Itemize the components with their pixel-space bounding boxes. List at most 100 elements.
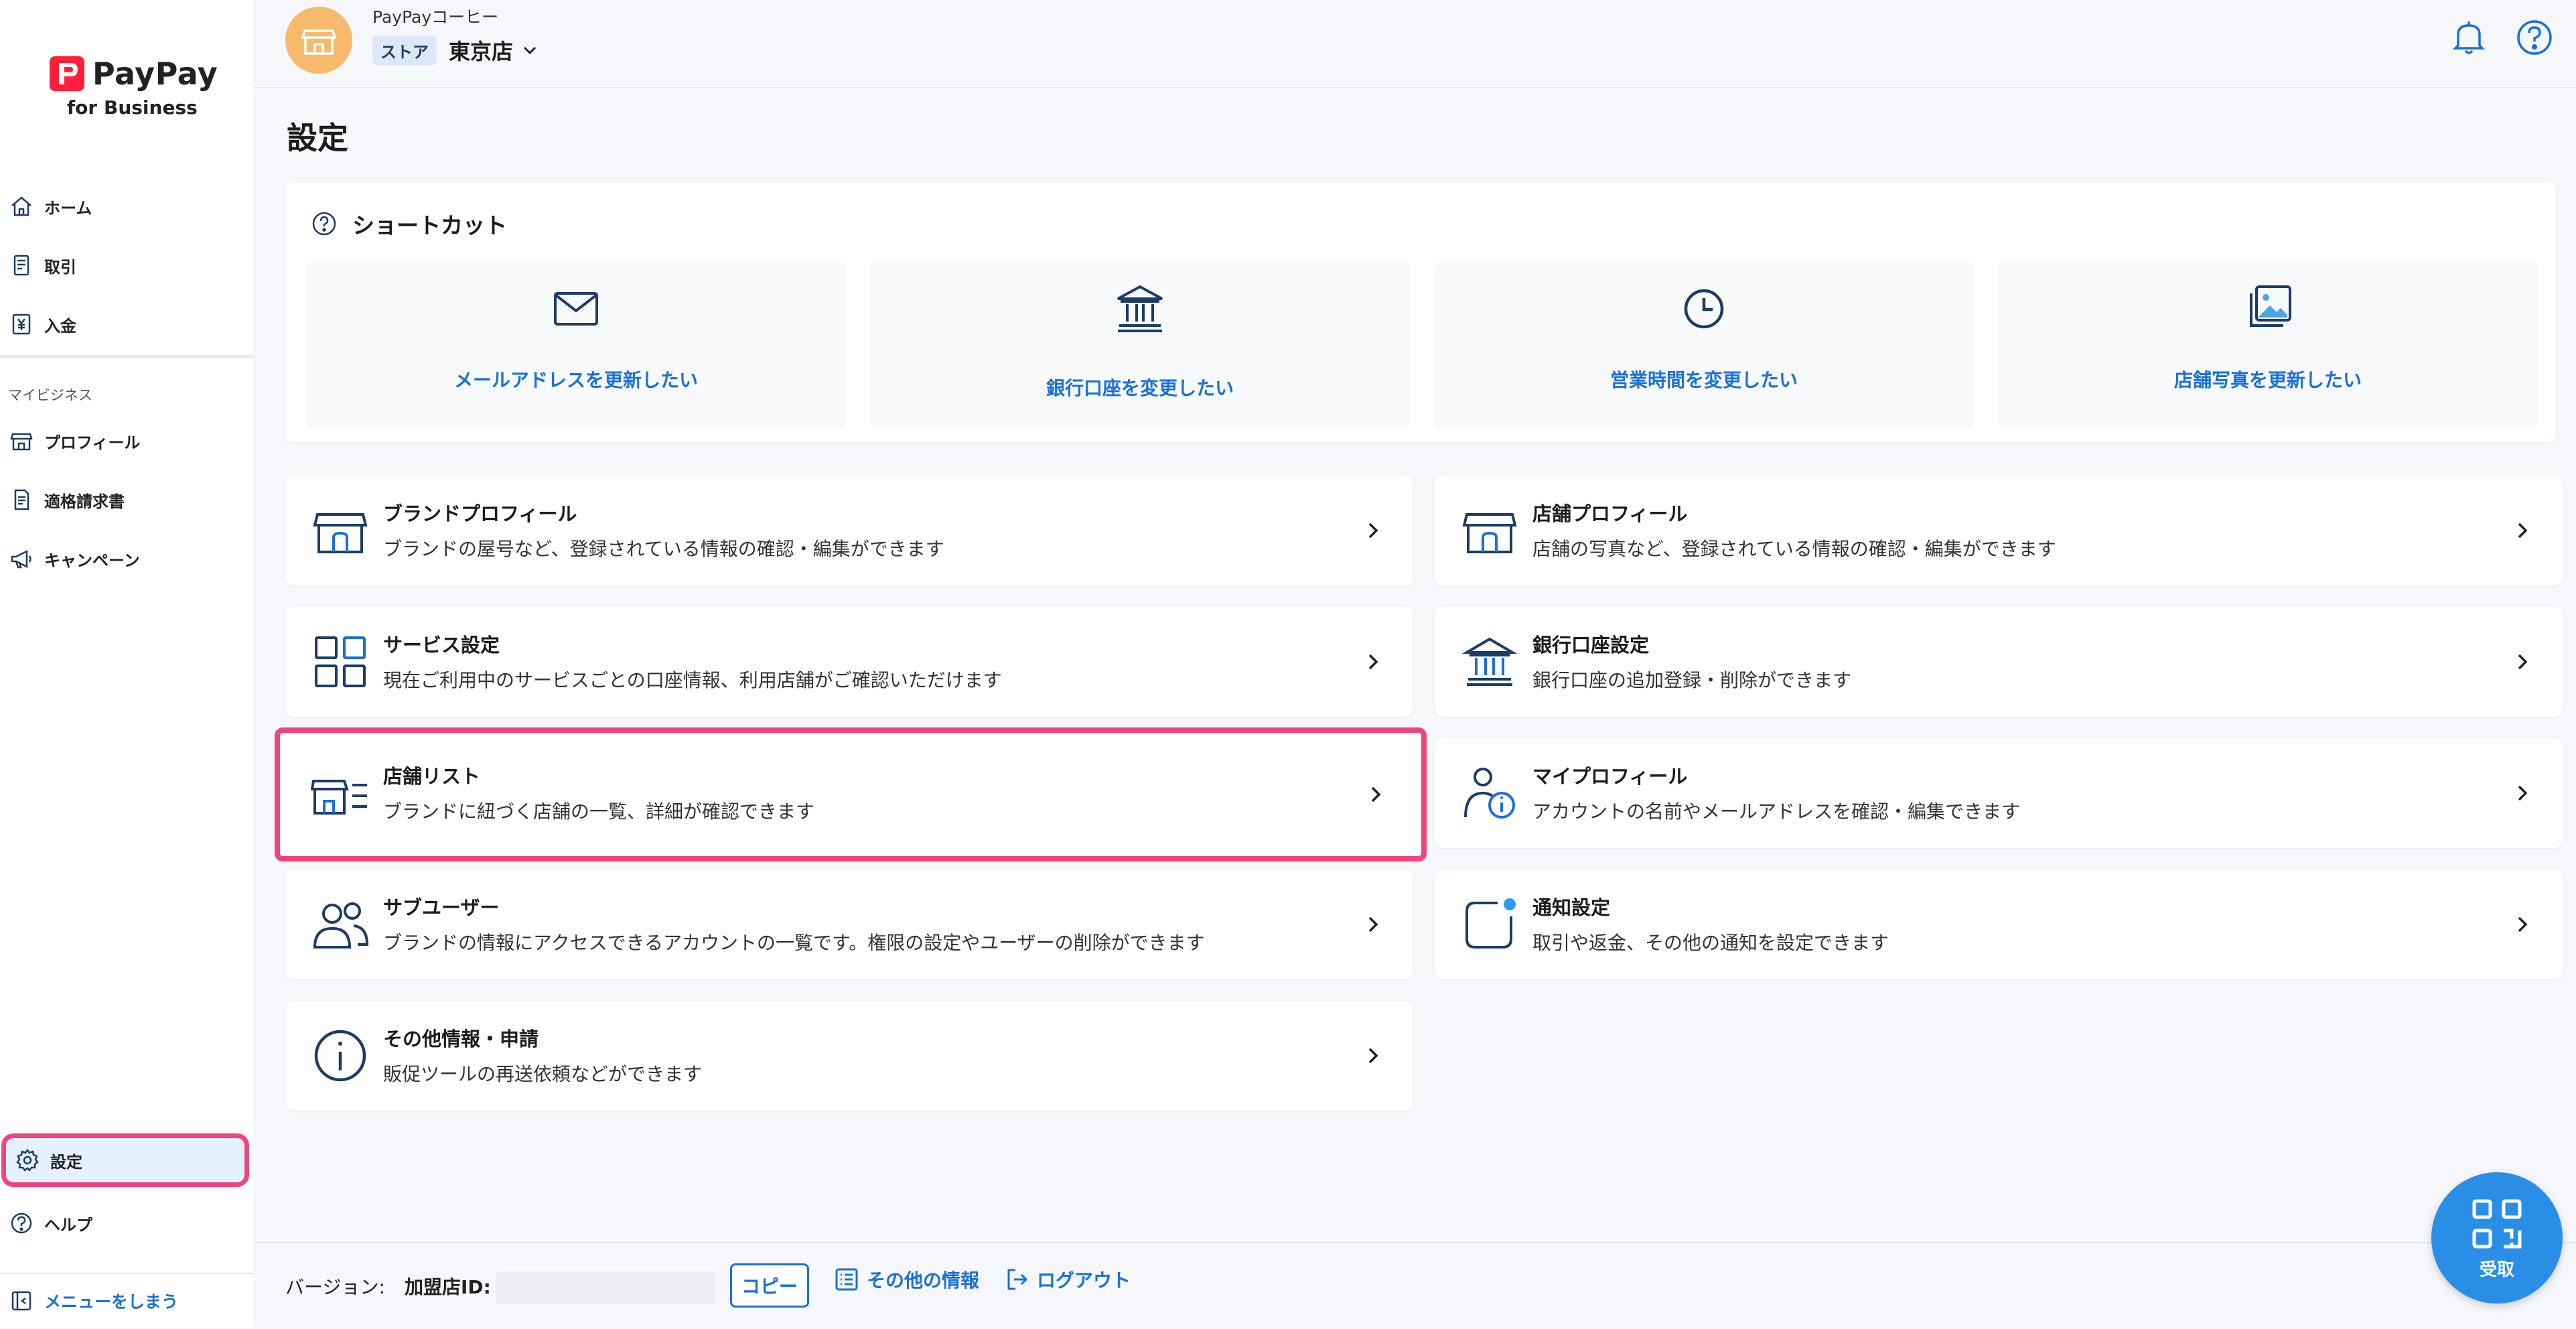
shortcut-update-email[interactable]: メールアドレスを更新したい xyxy=(305,261,847,427)
card-description: ブランドの屋号など、登録されている情報の確認・編集ができます xyxy=(383,538,944,560)
sidebar-item-label: 取引 xyxy=(44,257,76,277)
qr-code-icon xyxy=(2472,1199,2522,1248)
help-icon[interactable] xyxy=(2513,16,2556,59)
service-settings-card[interactable]: サービス設定 現在ご利用中のサービスごとの口座情報、利用店舗がご確認いただけます xyxy=(285,607,1413,717)
gear-icon xyxy=(16,1148,39,1172)
logout-icon xyxy=(1007,1269,1028,1290)
chevron-right-icon xyxy=(1371,786,1381,802)
store-icon xyxy=(10,433,33,451)
shortcut-title: ショートカット xyxy=(352,212,507,238)
help-icon[interactable] xyxy=(311,210,338,237)
logo-name: PayPay xyxy=(92,56,218,92)
other-info-link[interactable]: その他の情報 xyxy=(833,1266,979,1293)
sidebar-item-label: 設定 xyxy=(50,1152,82,1172)
receipt-icon xyxy=(13,255,29,276)
chevron-right-icon xyxy=(2518,654,2528,670)
home-icon xyxy=(11,196,31,216)
bank-icon xyxy=(1117,285,1163,332)
yen-icon xyxy=(12,313,31,335)
photos-icon xyxy=(2250,285,2291,327)
chevron-right-icon xyxy=(1368,1048,1378,1064)
store-list-card[interactable]: 店舗リスト ブランドに紐づく店舗の一覧、詳細が確認できます xyxy=(275,727,1427,861)
sidebar-item-profile[interactable]: プロフィール xyxy=(0,414,253,468)
sidebar-item-label: プロフィール xyxy=(44,433,141,452)
sidebar-item-deposit[interactable]: 入金 xyxy=(0,297,253,351)
card-title: 店舗リスト xyxy=(383,765,481,788)
users-icon xyxy=(313,902,369,949)
notification-settings-card[interactable]: 通知設定 取引や返金、その他の通知を設定できます xyxy=(1435,869,2563,979)
store-avatar[interactable] xyxy=(285,7,352,74)
notification-icon xyxy=(1465,898,1516,949)
sidebar-item-transactions[interactable]: 取引 xyxy=(0,238,253,292)
chevron-right-icon xyxy=(1368,916,1378,932)
sidebar-item-label: ヘルプ xyxy=(44,1215,92,1235)
bank-account-settings-card[interactable]: 銀行口座設定 銀行口座の追加登録・削除ができます xyxy=(1435,607,2563,717)
card-description: 取引や返金、その他の通知を設定できます xyxy=(1532,932,1889,954)
invoice-icon xyxy=(14,489,29,510)
info-icon xyxy=(314,1030,366,1082)
sidebar-item-campaign[interactable]: キャンペーン xyxy=(0,532,253,585)
sidebar-item-label: キャンペーン xyxy=(44,551,140,570)
card-title: 通知設定 xyxy=(1532,896,1611,919)
bell-icon[interactable] xyxy=(2447,16,2490,59)
help-icon xyxy=(11,1212,32,1234)
chevron-right-icon xyxy=(2518,785,2528,801)
clock-icon xyxy=(1684,289,1724,329)
sidebar-item-label: 適格請求書 xyxy=(44,492,125,511)
receive-payment-button[interactable]: 受取 xyxy=(2431,1172,2563,1304)
card-description: ブランドに紐づく店舗の一覧、詳細が確認できます xyxy=(383,800,815,823)
shortcut-update-photos[interactable]: 店舗写真を更新したい xyxy=(1997,261,2538,427)
sidebar-item-help[interactable]: ヘルプ xyxy=(0,1196,253,1250)
card-title: マイプロフィール xyxy=(1532,765,1688,788)
card-title: サブユーザー xyxy=(383,896,500,919)
card-description: 現在ご利用中のサービスごとの口座情報、利用店舗がご確認いただけます xyxy=(383,669,1002,691)
shortcut-label: 店舗写真を更新したい xyxy=(2173,369,2362,391)
footer: バージョン: 加盟店ID: コピー その他の情報 ログアウト xyxy=(253,1242,2576,1329)
card-description: 販促ツールの再送依頼などができます xyxy=(383,1063,703,1085)
chevron-right-icon xyxy=(1368,654,1378,670)
chevron-down-icon xyxy=(523,46,536,55)
sidebar: PayPay for Business ホーム 取引 入金 マイビジネス プロフ… xyxy=(0,0,253,1328)
card-description: 銀行口座の追加登録・削除ができます xyxy=(1532,669,1852,691)
my-profile-card[interactable]: マイプロフィール アカウントの名前やメールアドレスを確認・編集できます xyxy=(1435,738,2563,848)
sidebar-item-label: 入金 xyxy=(44,316,76,336)
store-profile-card[interactable]: 店舗プロフィール 店舗の写真など、登録されている情報の確認・編集ができます xyxy=(1435,476,2563,585)
brand-profile-card[interactable]: ブランドプロフィール ブランドの屋号など、登録されている情報の確認・編集ができま… xyxy=(285,476,1413,585)
shortcut-label: 銀行口座を変更したい xyxy=(1046,377,1234,399)
card-description: 店舗の写真など、登録されている情報の確認・編集ができます xyxy=(1532,538,2056,560)
shortcut-change-bank[interactable]: 銀行口座を変更したい xyxy=(869,261,1411,427)
logo-sub: for Business xyxy=(67,96,198,119)
sidebar-item-settings[interactable]: 設定 xyxy=(1,1133,249,1187)
card-title: 店舗プロフィール xyxy=(1532,502,1688,525)
copy-button[interactable]: コピー xyxy=(730,1263,809,1308)
paypay-logo-icon xyxy=(50,56,84,91)
chevron-right-icon xyxy=(1368,522,1378,539)
card-title: その他情報・申請 xyxy=(383,1028,539,1050)
shortcut-label: メールアドレスを更新したい xyxy=(453,369,698,391)
collapse-menu-label: メニューをしまう xyxy=(44,1292,179,1312)
other-info-label: その他の情報 xyxy=(867,1269,980,1291)
brand-name: PayPayコーヒー xyxy=(372,7,499,27)
chevron-right-icon xyxy=(2518,522,2528,539)
card-title: サービス設定 xyxy=(383,634,500,656)
collapse-icon xyxy=(11,1291,31,1311)
paypay-logo[interactable]: PayPay for Business xyxy=(48,55,218,119)
sidebar-item-label: ホーム xyxy=(44,198,92,218)
store-list-icon xyxy=(311,780,367,815)
store-icon xyxy=(1462,513,1517,553)
sidebar-item-home[interactable]: ホーム xyxy=(0,180,253,233)
store-selector[interactable]: ストア 東京店 xyxy=(372,35,540,66)
collapse-menu-button[interactable]: メニューをしまう xyxy=(0,1273,253,1328)
version-label: バージョン: xyxy=(285,1276,385,1298)
logout-link[interactable]: ログアウト xyxy=(1003,1266,1131,1293)
card-description: アカウントの名前やメールアドレスを確認・編集できます xyxy=(1532,800,2021,823)
sidebar-item-invoice[interactable]: 適格請求書 xyxy=(0,473,253,527)
other-info-card[interactable]: その他情報・申請 販促ツールの再送依頼などができます xyxy=(285,1001,1413,1111)
mail-icon xyxy=(554,292,598,326)
grid-icon xyxy=(315,636,366,687)
store-icon xyxy=(301,29,337,55)
shortcut-change-hours[interactable]: 営業時間を変更したい xyxy=(1433,261,1975,427)
sub-users-card[interactable]: サブユーザー ブランドの情報にアクセスできるアカウントの一覧です。権限の設定やユ… xyxy=(285,869,1413,979)
bank-icon xyxy=(1461,637,1518,686)
receive-label: 受取 xyxy=(2479,1259,2514,1280)
